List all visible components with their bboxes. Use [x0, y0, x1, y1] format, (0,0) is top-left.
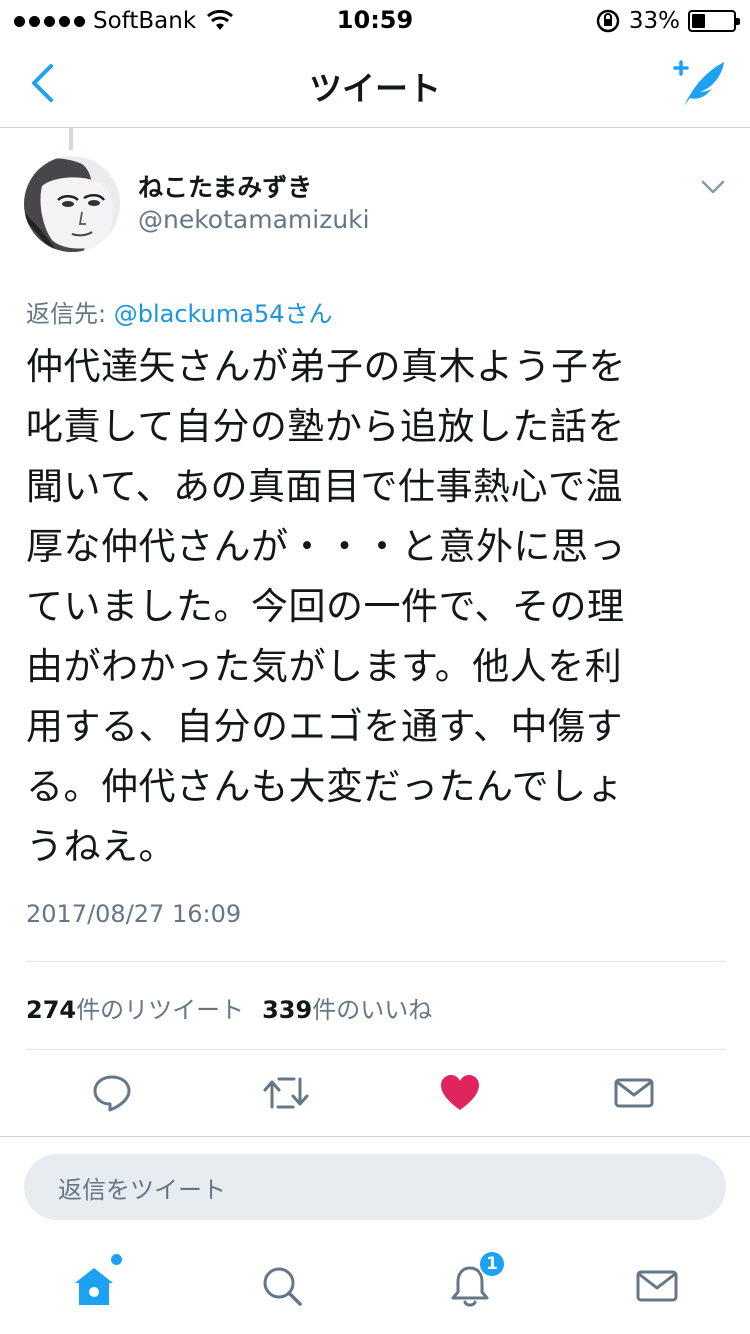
- tweet-menu-button[interactable]: [696, 172, 730, 202]
- tweet-text: 仲代達矢さんが弟子の真木よう子を 叱責して自分の塾から追放した話を 聞いて、あの真面…: [26, 337, 726, 877]
- tweet-text-line: 聞いて、あの真面目で仕事熱心で温: [26, 465, 624, 508]
- status-bar: SoftBank 10:59 33%: [0, 0, 750, 40]
- author-handle[interactable]: @nekotamamizuki: [138, 205, 370, 234]
- like-count: 339: [262, 996, 313, 1024]
- tweet-text-line: 用する、自分のエゴを通す、中傷す: [26, 705, 624, 748]
- author-name[interactable]: ねこたまみずき: [138, 168, 312, 204]
- compose-tweet-button[interactable]: [670, 54, 730, 112]
- chevron-down-icon: [701, 180, 725, 194]
- tweet-stats: 274件のリツイート 339件のいいね: [26, 990, 432, 1025]
- tweet-text-line: 仲代達矢さんが弟子の真木よう子を: [26, 345, 626, 388]
- battery-percent: 33%: [628, 8, 680, 34]
- tab-messages[interactable]: [627, 1256, 687, 1316]
- divider: [26, 961, 726, 962]
- like-stat[interactable]: 339件のいいね: [262, 990, 432, 1025]
- reply-input[interactable]: 返信をツイート: [24, 1154, 726, 1220]
- compose-tweet-icon: [673, 60, 724, 106]
- tweet-text-line: 叱責して自分の塾から追放した話を: [26, 405, 625, 448]
- tweet-text-line: 厚な仲代さんが・・・と意外に思っ: [26, 525, 626, 568]
- share-via-message-button[interactable]: [609, 1070, 659, 1116]
- reply-button[interactable]: [87, 1070, 137, 1116]
- tweet-actions: [0, 1050, 750, 1136]
- retweet-button[interactable]: [261, 1070, 311, 1116]
- tab-notifications[interactable]: 1: [440, 1250, 506, 1316]
- rotation-lock-icon: [596, 9, 620, 33]
- home-icon: [75, 1268, 113, 1305]
- reply-input-placeholder: 返信をツイート: [58, 1175, 226, 1204]
- tweet-text-line: ていました。今回の一件で、その理: [26, 585, 625, 628]
- search-icon: [263, 1267, 302, 1306]
- reply-to: 返信先: @blackuma54さん: [26, 294, 333, 329]
- reply-to-label: 返信先:: [26, 300, 114, 328]
- retweet-label: 件のリツイート: [76, 996, 245, 1024]
- battery-fill: [692, 14, 705, 28]
- tweet-text-line: うねえ。: [26, 825, 176, 868]
- page-title: ツイート: [309, 69, 441, 108]
- tab-home[interactable]: [64, 1254, 124, 1316]
- battery-icon: [688, 10, 740, 32]
- new-content-dot: [111, 1254, 122, 1265]
- tab-bar: 1: [0, 1240, 750, 1334]
- avatar[interactable]: [24, 156, 120, 252]
- mail-icon: [614, 1078, 654, 1108]
- tweet-timestamp: 2017/08/27 16:09: [26, 900, 242, 928]
- tweet-text-line: 由がわかった気がします。他人を利: [26, 645, 623, 688]
- mail-icon: [636, 1270, 678, 1302]
- retweet-icon: [263, 1077, 309, 1109]
- heart-icon: [441, 1075, 479, 1110]
- nav-bar: ツイート: [0, 40, 750, 128]
- avatar-illustration: [24, 156, 120, 252]
- status-right: 33%: [595, 6, 740, 36]
- retweet-stat[interactable]: 274件のリツイート: [26, 990, 244, 1025]
- thread-connector-line: [69, 128, 73, 150]
- like-label: 件のいいね: [312, 996, 433, 1024]
- tab-search[interactable]: [252, 1256, 312, 1316]
- reply-to-link[interactable]: @blackuma54さん: [114, 300, 333, 328]
- notification-badge: 1: [478, 1250, 506, 1278]
- divider: [0, 1136, 750, 1137]
- tweet-text-line: る。仲代さんも大変だったんでしょ: [26, 765, 625, 808]
- retweet-count: 274: [26, 996, 77, 1024]
- like-button[interactable]: [435, 1070, 485, 1116]
- reply-icon: [93, 1075, 131, 1112]
